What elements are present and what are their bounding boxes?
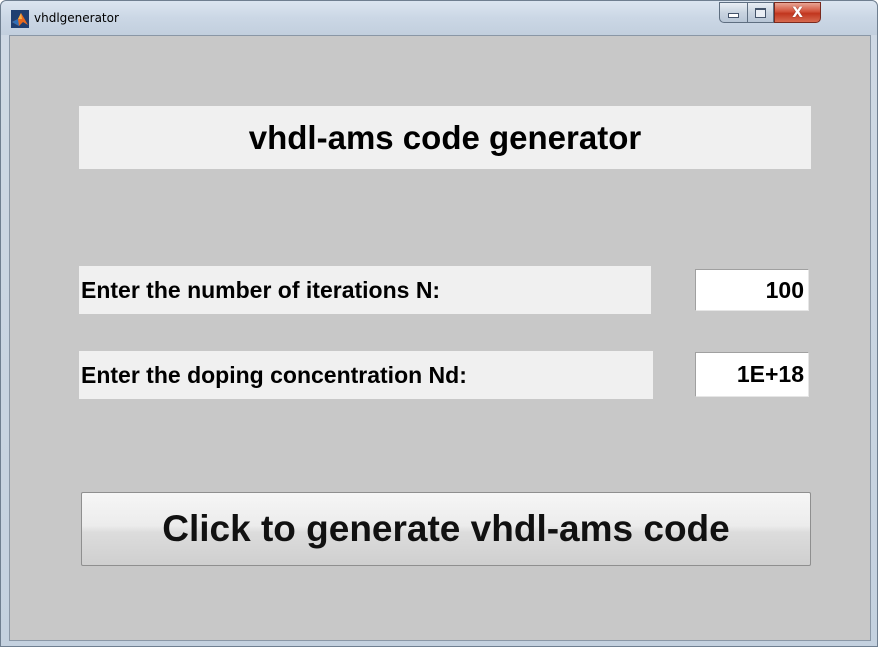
minimize-icon: [728, 13, 739, 18]
generate-code-button[interactable]: Click to generate vhdl-ams code: [81, 492, 811, 566]
maximize-button[interactable]: [747, 2, 774, 23]
doping-input[interactable]: [695, 352, 809, 397]
iterations-input[interactable]: [695, 269, 809, 311]
iterations-label: Enter the number of iterations N:: [79, 266, 651, 314]
maximize-icon: [755, 7, 766, 18]
app-window: vhdlgenerator X vhdl-ams code generator …: [0, 0, 878, 647]
window-title: vhdlgenerator: [34, 11, 119, 25]
figure-panel: vhdl-ams code generator Enter the number…: [9, 35, 871, 641]
close-button[interactable]: X: [774, 2, 821, 23]
matlab-icon: [11, 10, 29, 28]
page-title: vhdl-ams code generator: [79, 106, 811, 169]
close-icon: X: [792, 4, 803, 21]
doping-label: Enter the doping concentration Nd:: [79, 351, 653, 399]
minimize-button[interactable]: [719, 2, 747, 23]
title-bar[interactable]: vhdlgenerator X: [1, 1, 877, 35]
